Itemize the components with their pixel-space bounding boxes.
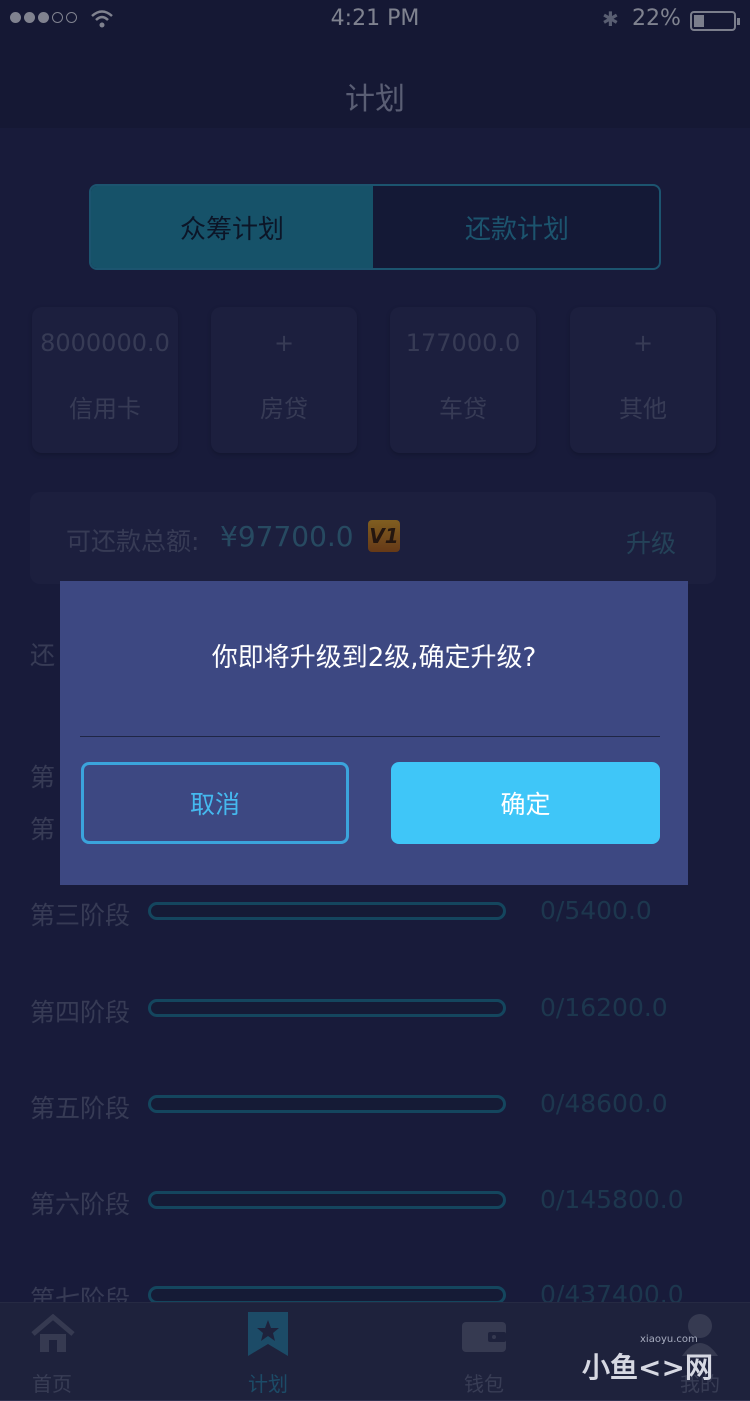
dialog-message: 你即将升级到2级,确定升级? <box>211 643 537 673</box>
upgrade-confirm-dialog: 你即将升级到2级,确定升级? 取消 确定 <box>60 581 688 885</box>
watermark-sub: xiaoyu.com <box>640 1334 698 1345</box>
confirm-button[interactable]: 确定 <box>391 762 660 844</box>
cancel-button[interactable]: 取消 <box>81 762 349 844</box>
watermark-logo: 小鱼<>网 <box>582 1351 713 1384</box>
dialog-divider <box>80 736 660 737</box>
